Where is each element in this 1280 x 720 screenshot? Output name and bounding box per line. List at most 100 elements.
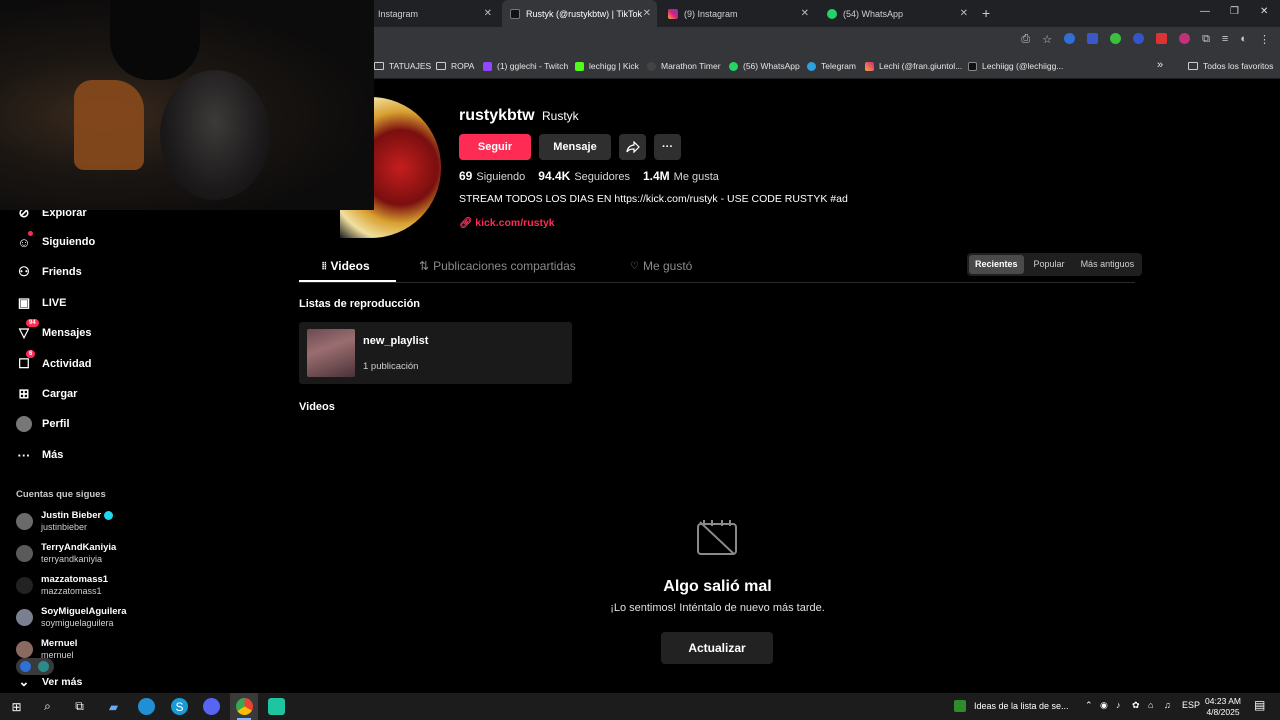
close-icon[interactable]: ✕ [643,8,651,19]
tab-instagram-2[interactable]: (9) Instagram ✕ [660,0,815,27]
close-icon[interactable]: ✕ [484,8,492,19]
profile-username: rustykbtw [459,107,535,124]
bookmark-item[interactable]: Lechiigg (@lechiigg... [968,61,1063,71]
extension-icon[interactable] [1087,33,1099,44]
bookmark-item[interactable]: Lechi (@fran.giuntol... [865,61,962,71]
nav-friends[interactable]: ⚇ Friends [16,264,82,280]
network-icon[interactable]: ⌂ [1148,700,1153,710]
bookmark-label: Telegram [821,61,856,71]
microphone-icon[interactable]: ♪ [1116,700,1121,710]
followed-account[interactable]: TerryAndKaniyia terryandkaniyia [16,542,116,565]
tab-liked[interactable]: ♡ Me gustó [630,259,692,273]
followed-account[interactable]: Justin Bieber justinbieber [16,510,114,533]
bookmark-label: lechigg | Kick [589,61,639,71]
followed-account[interactable]: mazzatomass1 mazzatomass1 [16,574,108,597]
install-app-icon[interactable]: ⎙ [1021,33,1030,46]
see-more-button[interactable]: ⌄ Ver más [16,674,83,690]
language-indicator[interactable]: ESP [1182,700,1200,710]
all-favorites-button[interactable]: Todos los favoritos [1188,61,1273,71]
window-close-icon[interactable]: ✕ [1260,6,1268,17]
nav-following[interactable]: ☺ Siguiendo [16,231,95,250]
sort-recent-button[interactable]: Recientes [969,255,1024,274]
restore-icon[interactable]: ❐ [1230,6,1239,17]
task-view-icon[interactable]: ⧉ [71,698,88,715]
tab-instagram[interactable]: Instagram ✕ [370,0,498,27]
account-name: Mernuel [41,638,78,649]
bookmark-item[interactable]: (1) gglechi - Twitch [483,61,568,71]
tab-reposts[interactable]: ⇅ Publicaciones compartidas [419,259,576,273]
menu-kebab-icon[interactable]: ⋮ [1259,33,1270,46]
minimize-icon[interactable]: — [1200,6,1210,17]
extension-icon[interactable] [1110,33,1122,44]
friends-icon: ⚇ [18,264,30,279]
tab-videos[interactable]: ⦙⦙ Videos [322,259,370,273]
nav-messages[interactable]: ▽ 94 Mensajes [16,319,92,341]
follows-title: Cuentas que sigues [16,489,106,500]
sort-oldest-button[interactable]: Más antiguos [1075,255,1141,274]
extension-icon[interactable] [1133,33,1145,44]
notification-dot [28,231,33,236]
notifications-icon[interactable]: ▤ [1254,698,1265,712]
media-icon[interactable]: ≡ [1222,33,1228,46]
profile-link[interactable]: 🔗︎ kick.com/rustyk [459,216,555,229]
playlist-count: 1 publicación [363,361,419,372]
share-button[interactable] [619,134,646,160]
extension-icon[interactable] [1064,33,1076,44]
instagram-icon [668,8,678,19]
bookmark-item[interactable]: TATUAJES [374,61,431,71]
nav-live[interactable]: ▣ LIVE [16,295,67,311]
windows-start-icon[interactable]: ⊞ [8,698,25,715]
floating-widget-toggle[interactable] [16,658,54,675]
nav-more[interactable]: ··· Más [16,447,64,463]
search-icon[interactable]: ⌕ [39,698,56,715]
clock[interactable]: 04:23 AM 4/8/2025 [1200,696,1246,718]
refresh-button[interactable]: Actualizar [661,632,773,664]
nav-activity[interactable]: ☐ 6 Actividad [16,350,92,372]
followers-count: 94.4K [538,169,571,183]
extensions-puzzle-icon[interactable]: ⧉ [1202,33,1210,46]
app-tray-icon[interactable]: ✿ [1132,700,1140,711]
message-button[interactable]: Mensaje [539,134,611,160]
whatsapp-icon [729,61,738,71]
webcam-overlay [0,0,374,210]
close-icon[interactable]: ✕ [960,8,968,19]
follow-button[interactable]: Seguir [459,134,531,160]
skype-icon[interactable]: S [171,698,188,715]
nav-upload[interactable]: ⊞ Cargar [16,386,78,402]
chevron-up-icon[interactable]: ⌃ [1085,700,1093,711]
playlist-card[interactable]: new_playlist 1 publicación [299,322,572,384]
bookmark-item[interactable]: Marathon Timer [647,61,721,71]
bookmark-item[interactable]: ROPA [436,61,474,71]
new-tab-button[interactable]: + [982,5,990,21]
volume-icon[interactable]: ♫ [1164,700,1171,710]
tab-tiktok-active[interactable]: Rustyk (@rustykbtw) | TikTok ✕ [502,0,657,27]
extension-icon[interactable] [1179,33,1191,44]
followers-stat[interactable]: 94.4K Seguidores [538,169,630,183]
sort-toggle: Recientes Popular Más antiguos [967,253,1143,276]
discord-icon[interactable] [203,698,220,715]
app-icon[interactable] [268,698,285,715]
bookmarks-overflow-button[interactable]: » [1157,59,1163,71]
following-stat[interactable]: 69 Siguiendo [459,169,525,183]
edge-icon[interactable] [138,698,155,715]
extension-icon[interactable] [1156,33,1168,44]
bookmark-item[interactable]: lechigg | Kick [575,61,639,71]
bookmark-label: TATUAJES [389,61,432,71]
file-explorer-icon[interactable]: ▰ [105,698,122,715]
more-options-button[interactable]: ··· [654,134,681,160]
avatar [16,513,33,530]
close-icon[interactable]: ✕ [801,8,809,19]
followed-account[interactable]: SoyMiguelAguilera soymiguelaguilera [16,606,127,629]
chrome-icon[interactable] [236,698,253,715]
link-icon: 🔗︎ [459,217,473,229]
profile-icon[interactable]: ◐ [1240,33,1247,46]
bookmark-star-icon[interactable]: ☆ [1042,33,1052,46]
bookmark-item[interactable]: (56) WhatsApp [729,61,800,71]
nav-profile[interactable]: Perfil [16,416,70,432]
sort-popular-button[interactable]: Popular [1028,255,1071,274]
bookmark-item[interactable]: Telegram [807,61,856,71]
news-widget[interactable]: Ideas de la lista de se... [954,700,1069,712]
tab-whatsapp[interactable]: (54) WhatsApp ✕ [819,0,974,27]
discord-tray-icon[interactable]: ◉ [1100,700,1108,711]
bookmark-label: Lechiigg (@lechiigg... [982,61,1064,71]
